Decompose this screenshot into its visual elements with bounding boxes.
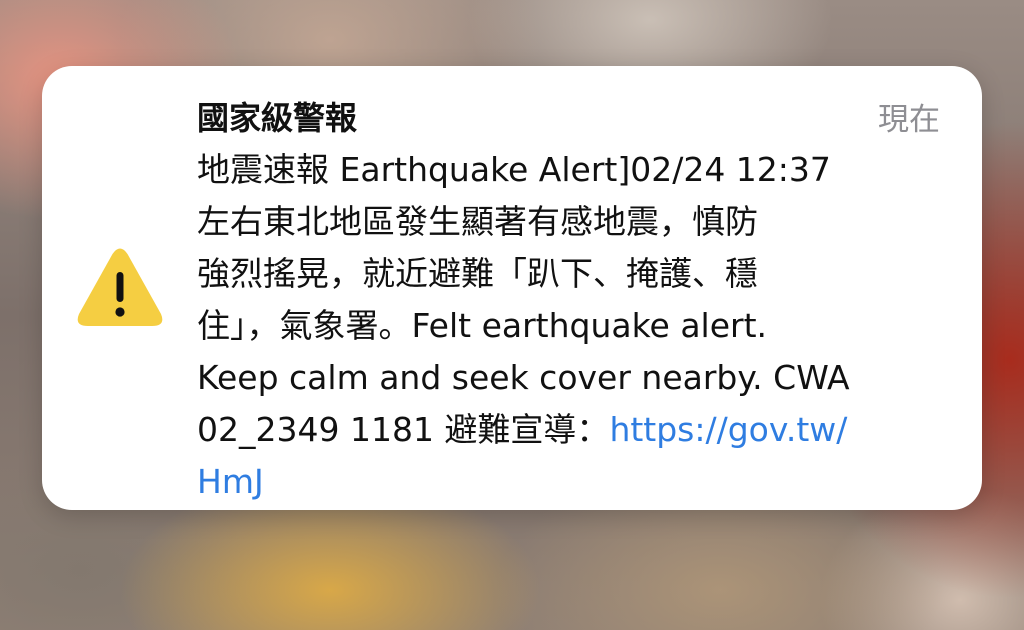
alert-message-line: 地震速報 Earthquake Alert]02/24 12:37 bbox=[197, 150, 831, 189]
alert-message: 地震速報 Earthquake Alert]02/24 12:37 左右東北地區… bbox=[197, 144, 937, 508]
alert-message-line: Keep calm and seek cover nearby. CWA bbox=[197, 358, 850, 397]
evacuation-guide-link[interactable]: https://gov.tw/ bbox=[609, 410, 847, 449]
warning-triangle-icon bbox=[76, 248, 164, 330]
alert-message-line-with-link: 02_2349 1181 避難宣導：https://gov.tw/ bbox=[197, 404, 937, 456]
alert-title: 國家級警報 bbox=[197, 99, 358, 137]
evacuation-guide-link-continued[interactable]: HmJ bbox=[197, 462, 264, 501]
alert-message-line: 強烈搖晃，就近避難「趴下、掩護、穩 bbox=[197, 254, 758, 293]
alert-message-link-continuation: HmJ bbox=[197, 456, 937, 508]
alert-message-line: 左右東北地區發生顯著有感地震，慎防 bbox=[197, 202, 758, 241]
alert-message-line: 住」，氣象署。Felt earthquake alert. bbox=[197, 306, 768, 345]
alert-timestamp: 現在 bbox=[878, 102, 940, 138]
alert-message-prefix: 02_2349 1181 避難宣導： bbox=[197, 410, 610, 449]
